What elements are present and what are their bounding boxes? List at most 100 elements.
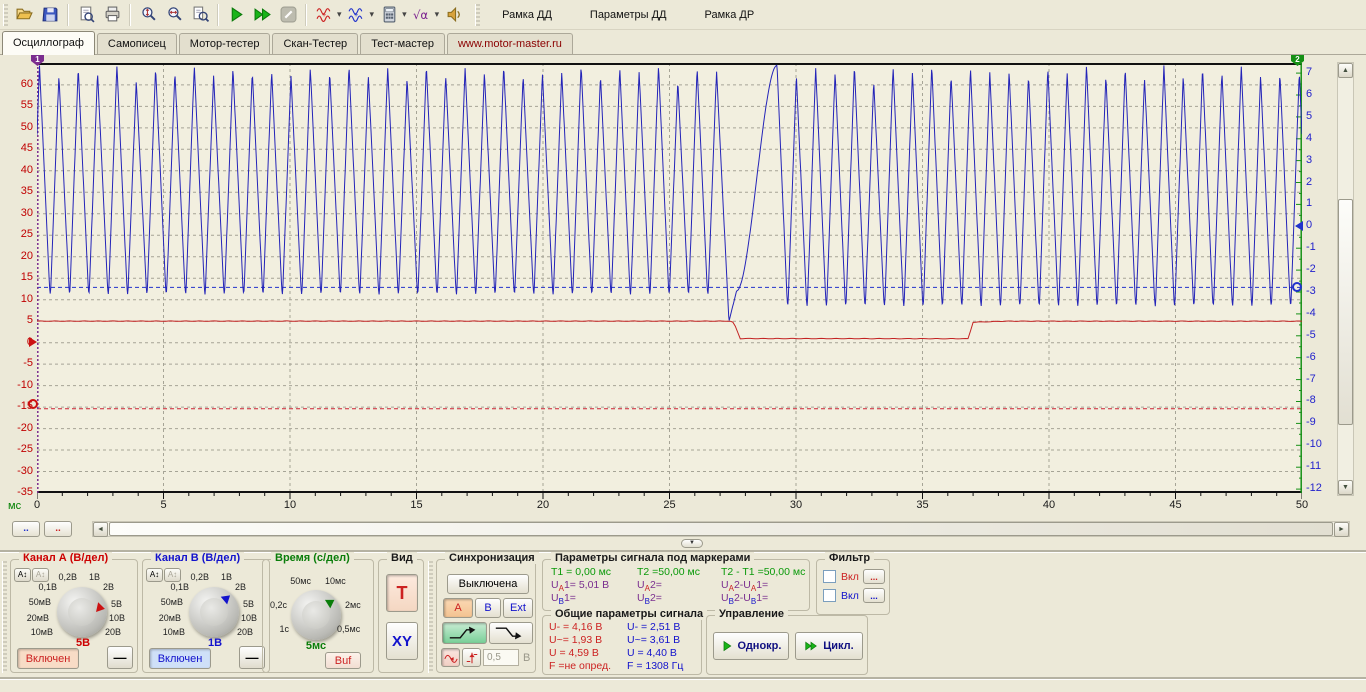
sound-button[interactable]: [442, 3, 466, 27]
general-param-value: U- = 2,51 В: [627, 621, 680, 633]
marker-voltage-value: UА1= 5,01 В: [551, 579, 609, 593]
channel-b-menu-button[interactable]: +: [345, 3, 369, 27]
channel-a-power-button[interactable]: Включен: [17, 648, 79, 669]
tab-www.motor-master.ru[interactable]: www.motor-master.ru: [447, 33, 573, 54]
tab-самописец[interactable]: Самописец: [97, 33, 177, 54]
marker-a-button[interactable]: ..: [44, 521, 72, 537]
channel-b-power-button[interactable]: Включен: [149, 648, 211, 669]
filter-settings-button-0[interactable]: ...: [863, 569, 885, 584]
sync-off-button[interactable]: Выключена: [447, 574, 529, 594]
channel-a-gain-knob[interactable]: [57, 587, 107, 637]
print-button[interactable]: [100, 3, 124, 27]
open-button[interactable]: [12, 3, 36, 27]
knob-scale-label: 2В: [235, 582, 246, 592]
panel-grip-left[interactable]: [2, 561, 7, 673]
buffer-button[interactable]: Buf: [325, 652, 361, 669]
channel-a-autorange2-button[interactable]: А↕: [32, 568, 49, 582]
sync-falling-edge-button[interactable]: [489, 622, 533, 644]
left-axis-tick-label: 50: [5, 121, 33, 133]
marker-b-button[interactable]: ..: [12, 521, 40, 537]
vertical-scrollbar-thumb[interactable]: [1338, 199, 1353, 425]
channel-a-autorange-button[interactable]: А↕: [14, 568, 31, 582]
calculator-dropdown-arrow-icon[interactable]: ▾: [402, 9, 407, 20]
tab-тест-мастер[interactable]: Тест-мастер: [360, 33, 445, 54]
sync-source-a-button[interactable]: А: [443, 598, 473, 618]
vertical-scrollbar[interactable]: ▲ ▼: [1337, 62, 1354, 496]
collapse-panel-button[interactable]: ▼: [681, 539, 703, 548]
channel-b-autorange-button[interactable]: А↕: [146, 568, 163, 582]
toolbar-text-button-0[interactable]: Рамка ДД: [491, 4, 563, 26]
fast-forward-icon: [804, 640, 818, 652]
channel-b-gain-knob[interactable]: [189, 587, 239, 637]
sync-mode-wave-button[interactable]: [441, 648, 460, 667]
x-axis-tick-label: 30: [782, 499, 810, 511]
run-once-button[interactable]: [224, 3, 248, 27]
sync-source-ext-button[interactable]: Ext: [503, 598, 533, 618]
toolbar-text-buttons: Рамка ДД Параметры ДД Рамка ДР: [483, 4, 773, 26]
right-axis-tick-label: 1: [1306, 197, 1336, 209]
sync-source-b-button[interactable]: В: [475, 598, 501, 618]
stop-button[interactable]: [276, 3, 300, 27]
horizontal-scrollbar[interactable]: ◄ ►: [92, 521, 1350, 537]
marker-time-value: T2 - T1 =50,00 мс: [721, 566, 805, 578]
toolbar-separator: [217, 4, 219, 26]
filter-label: Вкл: [841, 571, 859, 583]
tab-мотор-тестер[interactable]: Мотор-тестер: [179, 33, 271, 54]
run-once-button[interactable]: Однокр.: [713, 632, 789, 660]
tab-осциллограф[interactable]: Осциллограф: [2, 31, 95, 55]
channel-a-minimize-button[interactable]: —: [107, 646, 133, 669]
knob-scale-label: 20В: [105, 627, 121, 637]
save-button[interactable]: [38, 3, 62, 27]
general-param-value: U~= 3,61 В: [627, 634, 680, 646]
channel-b-title: Канал В (В/дел): [151, 552, 244, 564]
knob-scale-label: 1В: [89, 572, 100, 582]
channel-a-zero-marker[interactable]: [29, 337, 37, 347]
view-t-button[interactable]: T: [386, 574, 418, 612]
channel-b-zero-marker[interactable]: [1295, 221, 1303, 231]
math-functions-button[interactable]: √α: [410, 3, 434, 27]
scroll-left-button[interactable]: ◄: [93, 522, 108, 537]
channel-a-trigger-level-marker[interactable]: [28, 399, 38, 409]
filter-enable-checkbox-0[interactable]: [823, 570, 836, 583]
tab-скан-тестер[interactable]: Скан-Тестер: [272, 33, 358, 54]
channel-a-menu-dropdown-arrow-icon[interactable]: ▾: [337, 9, 342, 20]
knob-scale-label: 10В: [241, 613, 257, 623]
timebase-knob[interactable]: [291, 590, 341, 640]
voltage-text: 2=: [650, 592, 662, 604]
right-axis-tick-label: -9: [1306, 416, 1336, 428]
marker-voltage-value: UВ2-UВ1=: [721, 592, 768, 606]
calculator-button[interactable]: [377, 3, 401, 27]
channel-b-panel: Канал В (В/дел) А↕ А↕ 0,2В1В0,1В2В50мВ5В…: [142, 559, 270, 673]
sqrt-icon: √α: [413, 6, 430, 23]
scroll-down-button[interactable]: ▼: [1338, 480, 1353, 495]
status-bar: [0, 679, 1366, 692]
math-functions-dropdown-arrow-icon[interactable]: ▾: [435, 9, 440, 20]
voltage-text: 2-U: [734, 579, 751, 591]
channel-b-level-marker[interactable]: [1292, 282, 1302, 292]
channel-b-autorange2-button[interactable]: А↕: [164, 568, 181, 582]
view-xy-button[interactable]: XY: [386, 622, 418, 660]
channel-b-menu-dropdown-arrow-icon[interactable]: ▾: [370, 9, 375, 20]
scroll-right-button[interactable]: ►: [1334, 522, 1349, 537]
sync-mode-level-button[interactable]: [462, 648, 481, 667]
zoom-vertical-button[interactable]: [136, 3, 160, 27]
sync-level-input[interactable]: [483, 649, 519, 666]
knob-scale-label: 10В: [109, 613, 125, 623]
zoom-horizontal-button[interactable]: [162, 3, 186, 27]
run-cycle-button[interactable]: Цикл.: [795, 632, 863, 660]
toolbar-text-button-2[interactable]: Рамка ДР: [694, 4, 766, 26]
filter-enable-checkbox-1[interactable]: [823, 589, 836, 602]
scroll-up-button[interactable]: ▲: [1338, 63, 1353, 78]
toolbar-grip[interactable]: [3, 4, 8, 26]
run-cycle-button[interactable]: [250, 3, 274, 27]
filter-settings-button-1[interactable]: ...: [863, 588, 885, 603]
channel-a-menu-button[interactable]: +: [312, 3, 336, 27]
left-axis-tick-label: 10: [5, 293, 33, 305]
horizontal-scrollbar-thumb[interactable]: [109, 522, 1333, 536]
zoom-page-button[interactable]: [188, 3, 212, 27]
panel-grip-mid[interactable]: [428, 561, 433, 673]
toolbar-text-button-1[interactable]: Параметры ДД: [579, 4, 678, 26]
print-preview-button[interactable]: [74, 3, 98, 27]
toolbar-grip2[interactable]: [475, 4, 480, 26]
sync-rising-edge-button[interactable]: [442, 622, 487, 644]
